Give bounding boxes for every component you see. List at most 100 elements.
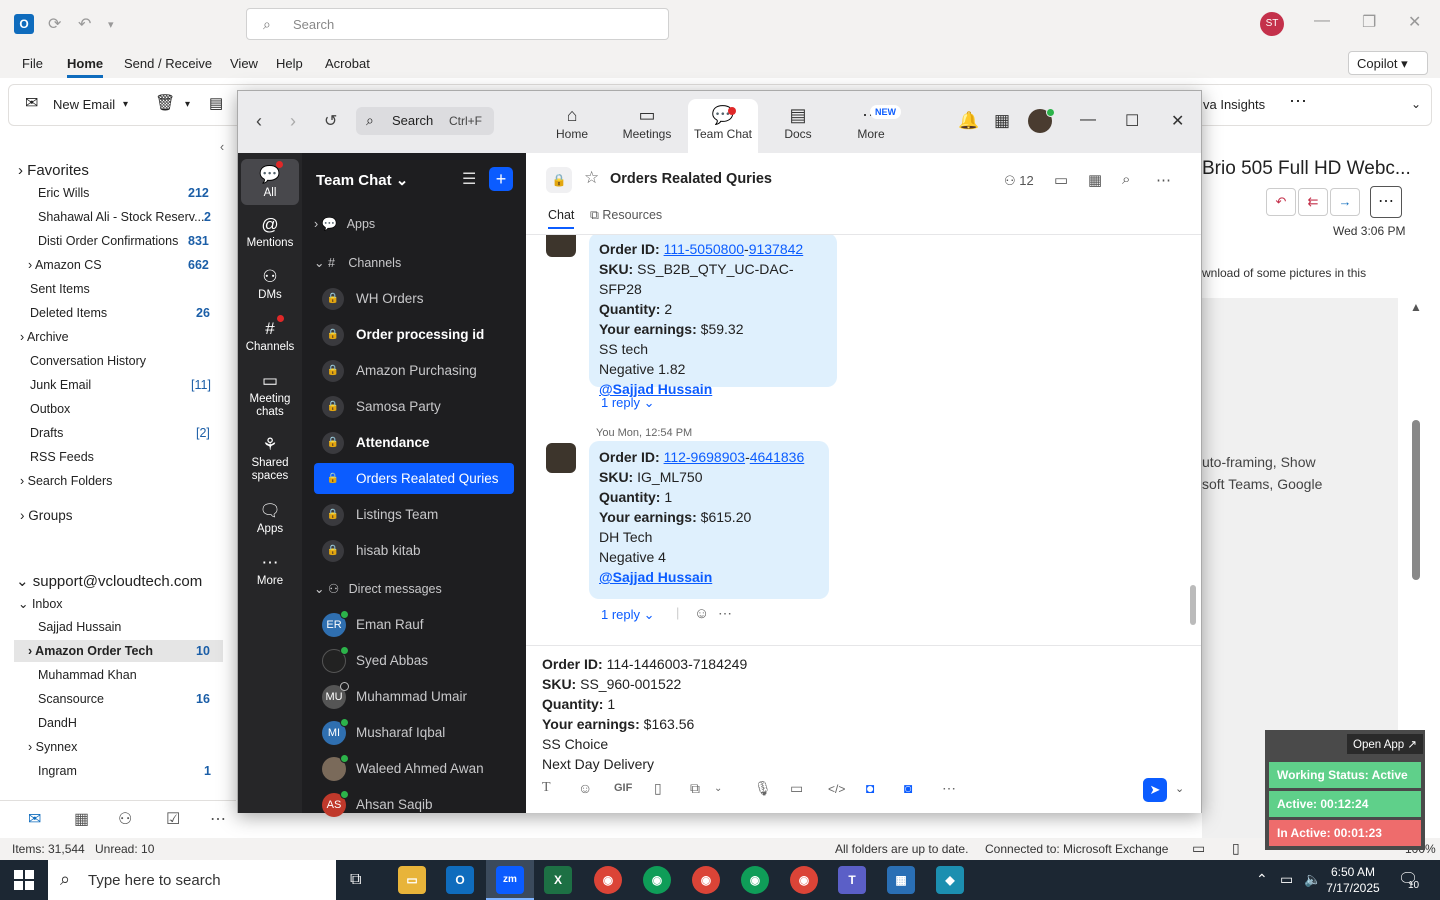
task-view-icon[interactable]: ⧉: [350, 871, 361, 889]
delete-icon[interactable]: 🗑: [155, 93, 175, 113]
account-support[interactable]: ⌄ support@vcloudtech.com: [16, 572, 202, 590]
bell-icon[interactable]: 🔔: [958, 111, 979, 131]
folder-disti-order[interactable]: Disti Order Confirmations 831: [38, 234, 212, 248]
emoji-react-icon[interactable]: ☺: [694, 605, 709, 622]
menu-help[interactable]: Help: [276, 56, 303, 71]
folder-shahawal[interactable]: Shahawal Ali - Stock Reserv... 2: [38, 210, 212, 224]
chrome-icon[interactable]: ◉: [594, 866, 622, 894]
normal-view-icon[interactable]: ▭: [1192, 840, 1205, 857]
scrollbar[interactable]: [1412, 420, 1420, 580]
file-explorer-icon[interactable]: ▭: [398, 866, 426, 894]
excel-icon[interactable]: X: [544, 866, 572, 894]
dm-item[interactable]: AS Ahsan Saqib: [314, 789, 514, 820]
chrome-icon[interactable]: ◉: [643, 866, 671, 894]
chrome-icon[interactable]: ◉: [741, 866, 769, 894]
network-icon[interactable]: ▭: [1280, 871, 1293, 888]
order-link[interactable]: 111-5050800: [664, 241, 744, 257]
close-icon[interactable]: ✕: [1171, 111, 1184, 131]
chevron-down-icon[interactable]: ⌄: [1175, 782, 1184, 795]
app-icon[interactable]: ◘: [866, 780, 874, 796]
folder-eric-wills[interactable]: Eric Wills 212: [38, 186, 210, 200]
folder-outbox[interactable]: Outbox: [30, 402, 70, 416]
folder-junk-email[interactable]: Junk Email [11]: [30, 378, 212, 392]
reply-link[interactable]: 1 reply ⌄: [601, 607, 655, 623]
rail-channels[interactable]: # Channels: [241, 317, 299, 353]
video-message-icon[interactable]: ▭: [790, 780, 803, 797]
chevron-down-icon[interactable]: ⌄: [1411, 97, 1421, 111]
channel-item[interactable]: 🔒 WH Orders: [314, 283, 514, 314]
menu-send-receive[interactable]: Send / Receive: [124, 56, 212, 71]
tab-home[interactable]: ⌂ Home: [537, 99, 607, 153]
menu-acrobat[interactable]: Acrobat: [325, 56, 370, 71]
forward-icon[interactable]: →: [1330, 188, 1360, 216]
menu-home[interactable]: Home: [67, 56, 104, 78]
outlook-search-input[interactable]: ⌕ Search: [246, 8, 669, 40]
channel-item[interactable]: 🔒 Amazon Purchasing: [314, 355, 514, 386]
zoom-search-input[interactable]: ⌕ Search Ctrl+F: [356, 107, 494, 135]
close-icon[interactable]: ✕: [1408, 12, 1421, 32]
chrome-icon[interactable]: ◉: [692, 866, 720, 894]
collapse-icon[interactable]: ‹: [220, 140, 224, 154]
folder-groups[interactable]: › Groups: [20, 508, 73, 523]
compose-box[interactable]: Order ID: 114-1446003-7184249 SKU: SS_96…: [526, 645, 1201, 813]
chrome-icon[interactable]: ◉: [790, 866, 818, 894]
format-text-icon[interactable]: T: [542, 780, 551, 796]
more-icon[interactable]: ⋯: [210, 809, 226, 829]
open-app-button[interactable]: Open App ↗: [1347, 734, 1423, 754]
channel-item[interactable]: 🔒 Listings Team: [314, 499, 514, 530]
folder-search-folders[interactable]: › Search Folders: [20, 474, 112, 488]
code-icon[interactable]: </>: [828, 782, 845, 796]
channel-item[interactable]: 🔒 hisab kitab: [314, 535, 514, 566]
rail-dms[interactable]: ⚇ DMs: [241, 265, 299, 301]
dm-item[interactable]: MU Muhammad Umair: [314, 681, 514, 712]
emoji-icon[interactable]: ☺: [578, 780, 592, 796]
volume-icon[interactable]: 🔈: [1304, 871, 1321, 888]
rail-mentions[interactable]: @ Mentions: [241, 213, 299, 249]
folder-drafts[interactable]: Drafts [2]: [30, 426, 212, 440]
more-icon[interactable]: ⋯: [1156, 171, 1171, 189]
tab-team-chat[interactable]: 💬 Team Chat: [688, 99, 758, 153]
more-icon[interactable]: ⋯: [1289, 91, 1307, 112]
windows-start-icon[interactable]: [14, 870, 34, 890]
new-email-button[interactable]: New Email: [53, 97, 115, 112]
chevron-down-icon[interactable]: ▾: [123, 99, 128, 110]
rail-apps[interactable]: 🗨 Apps: [241, 499, 299, 535]
chevron-down-icon[interactable]: ⌄: [714, 783, 722, 794]
rail-more[interactable]: ⋯ More: [241, 551, 299, 587]
dm-item[interactable]: ER Eman Rauf: [314, 609, 514, 640]
more-icon[interactable]: ⋯: [942, 780, 956, 797]
folder-conversation-history[interactable]: Conversation History: [30, 354, 146, 368]
scroll-up-icon[interactable]: ▲: [1410, 300, 1422, 314]
menu-view[interactable]: View: [230, 56, 258, 71]
folder-rss-feeds[interactable]: RSS Feeds: [30, 450, 94, 464]
dm-item[interactable]: Syed Abbas: [314, 645, 514, 676]
rail-all[interactable]: 💬 All: [241, 159, 299, 205]
viva-insights-button[interactable]: va Insights: [1203, 97, 1265, 112]
folder-inbox[interactable]: ⌄ Inbox: [18, 596, 63, 611]
section-apps[interactable]: › 💬 Apps: [314, 217, 375, 232]
folder-scansource[interactable]: Scansource 16: [38, 692, 212, 706]
folder-archive[interactable]: › Archive: [20, 330, 69, 344]
app-icon[interactable]: ◆: [936, 866, 964, 894]
file-icon[interactable]: ▯: [654, 780, 662, 797]
screenshot-icon[interactable]: ⧉: [690, 780, 700, 797]
sidebar-title[interactable]: Team Chat ⌄: [316, 171, 408, 189]
forward-icon[interactable]: ›: [290, 111, 296, 132]
copilot-button[interactable]: Copilot ▾: [1348, 51, 1428, 75]
chevron-down-icon[interactable]: ▾: [185, 99, 190, 110]
order-link[interactable]: 9137842: [749, 241, 804, 257]
back-icon[interactable]: ‹: [256, 111, 262, 132]
folder-amazon-cs[interactable]: › Amazon CS 662: [28, 258, 212, 272]
section-channels[interactable]: ⌄ # Channels: [314, 255, 401, 270]
minimize-icon[interactable]: —: [1314, 12, 1330, 30]
teams-icon[interactable]: T: [838, 866, 866, 894]
reading-view-icon[interactable]: ▯: [1232, 840, 1240, 857]
folder-sent-items[interactable]: Sent Items: [30, 282, 90, 296]
chat-title[interactable]: Orders Realated Quries: [610, 171, 772, 187]
restore-icon[interactable]: ❐: [1362, 12, 1376, 32]
rail-shared-spaces[interactable]: ⚘ Shared spaces: [241, 433, 299, 483]
tab-resources[interactable]: ⧉ Resources: [590, 208, 662, 223]
menu-file[interactable]: File: [22, 56, 43, 71]
minimize-icon[interactable]: —: [1080, 111, 1096, 129]
folder-muhammad-khan[interactable]: Muhammad Khan: [38, 668, 137, 682]
